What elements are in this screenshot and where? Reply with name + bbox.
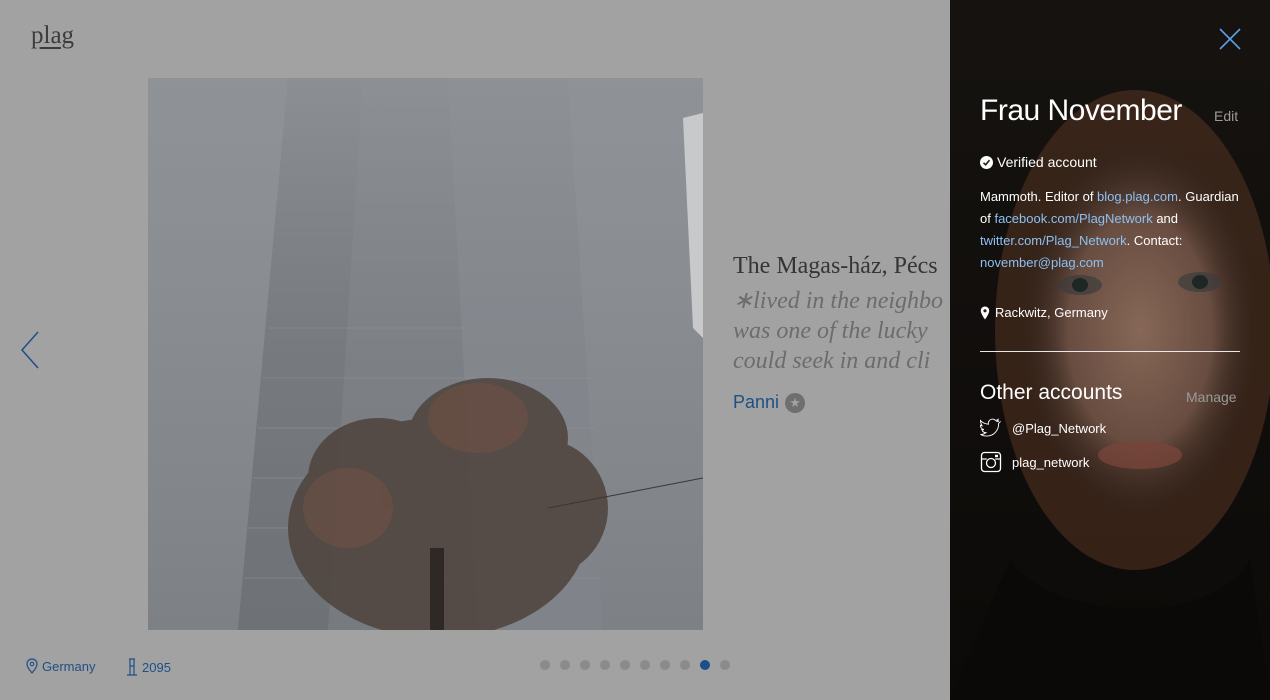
twitter-account-link[interactable]: @Plag_Network [980,418,1106,438]
tower-icon [127,658,137,676]
pagination-dot[interactable] [660,660,670,670]
story-excerpt-line: could seek in and cli [733,348,931,374]
bio-link-twitter[interactable]: twitter.com/Plag_Network [980,233,1127,248]
pagination-dot[interactable] [600,660,610,670]
profile-location-label: Rackwitz, Germany [995,305,1108,320]
bio-link-facebook[interactable]: facebook.com/PlagNetwork [994,211,1152,226]
map-pin-icon [26,658,38,674]
pagination-dot[interactable] [640,660,650,670]
pagination-dot[interactable] [560,660,570,670]
location-link[interactable]: Germany [26,658,95,674]
pagination-dot[interactable] [680,660,690,670]
story-photo [148,78,703,630]
bio-link-blog[interactable]: blog.plag.com [1097,189,1178,204]
pagination-dot[interactable] [540,660,550,670]
check-circle-icon [980,155,993,169]
pagination-dots [540,660,740,670]
instagram-icon [980,451,1002,473]
manage-accounts-button[interactable]: Manage [1186,389,1237,405]
instagram-account-link[interactable]: plag_network [980,451,1089,473]
author-name-link[interactable]: Panni [733,392,779,413]
views-counter[interactable]: 2095 [126,658,171,676]
profile-bio: Mammoth. Editor of blog.plag.com. Guardi… [980,186,1242,274]
instagram-handle: plag_network [1012,454,1090,470]
section-divider [980,351,1240,352]
story-title[interactable]: The Magas-ház, Pécs [733,253,950,280]
map-pin-icon [980,306,990,319]
fog-tower-image [148,78,703,630]
views-count: 2095 [142,659,171,675]
star-badge-icon: ★ [785,392,806,413]
pagination-dot[interactable] [700,660,710,670]
bio-text: and [1152,211,1179,226]
twitter-icon [980,418,1001,437]
twitter-handle: @Plag_Network [1012,420,1107,436]
pagination-dot[interactable] [720,660,730,670]
verified-label: Verified account [997,154,1097,170]
story-author: Panni ★ [733,392,950,413]
profile-location: Rackwitz, Germany [980,305,1108,320]
site-logo[interactable]: plag [31,22,74,50]
previous-arrow-icon[interactable] [18,330,42,370]
other-accounts-title: Other accounts [980,381,1123,404]
story-excerpt: ∗lived in the neighbo was one of the luc… [733,286,950,376]
pagination-dot[interactable] [580,660,590,670]
bio-text: Mammoth. Editor of [980,189,1098,204]
edit-profile-button[interactable]: Edit [1214,108,1238,124]
story-excerpt-line: was one of the lucky [733,318,928,344]
photo-viewer: plag The Magas-ház, Pécs ∗lived in the n… [0,0,950,700]
profile-panel: Frau November Edit Verified account Mamm… [950,0,1270,700]
bio-text: . Contact: [1126,233,1183,248]
verified-badge: Verified account [980,154,1097,170]
close-icon[interactable] [1218,27,1242,51]
profile-name: Frau November [980,94,1182,127]
bio-link-email[interactable]: november@plag.com [980,255,1104,270]
pagination-dot[interactable] [620,660,630,670]
location-label: Germany [42,658,96,674]
story-excerpt-line: ∗lived in the neighbo [733,288,944,314]
story-preview: The Magas-ház, Pécs ∗lived in the neighb… [733,253,950,413]
